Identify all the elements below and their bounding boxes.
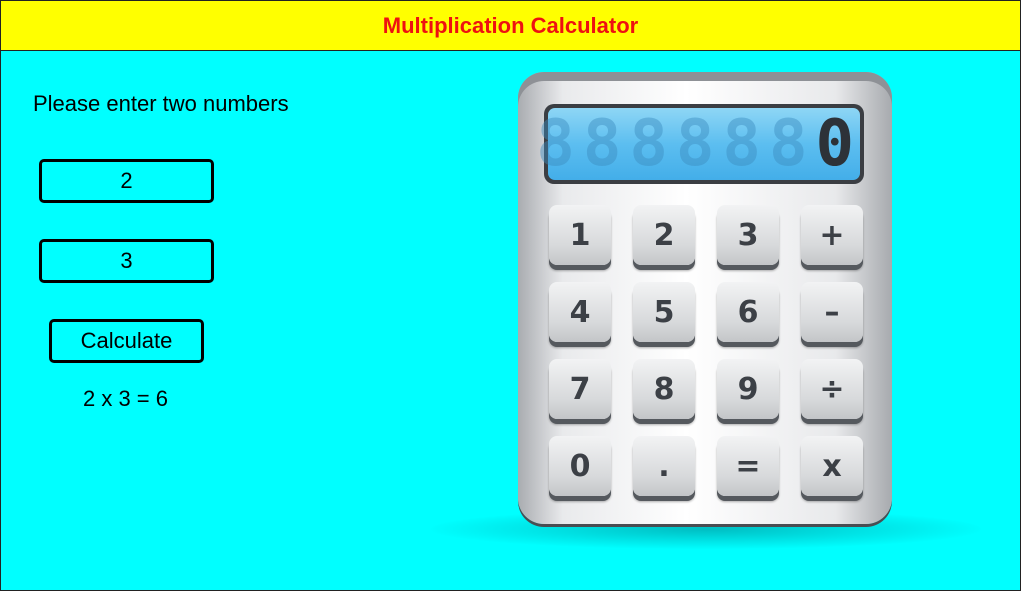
unlit-digit: 8 <box>536 107 575 181</box>
calc-key-multiply: x <box>801 436 863 496</box>
calc-key-decimal: . <box>633 436 695 496</box>
calc-key-9: 9 <box>717 359 779 419</box>
calc-key-equals: = <box>717 436 779 496</box>
unlit-digit: 8 <box>582 107 622 181</box>
unlit-digit: 8 <box>629 107 668 181</box>
result-text: 2 x 3 = 6 <box>83 386 169 411</box>
calc-key-6: 6 <box>717 282 779 342</box>
calc-key-4: 4 <box>549 282 611 342</box>
calc-key-0: 0 <box>549 436 611 496</box>
calc-key-8: 8 <box>633 359 695 419</box>
page-title: Multiplication Calculator <box>382 12 639 38</box>
first-number-input[interactable] <box>39 159 214 203</box>
calculate-button[interactable]: Calculate <box>49 319 204 363</box>
calc-key-2: 2 <box>633 205 695 265</box>
unlit-digit: 8 <box>675 107 715 181</box>
app-window: Multiplication Calculator Please enter t… <box>0 0 1021 591</box>
calculator-display: 8 8 8 8 8 8 0 <box>536 107 860 181</box>
calc-key-1: 1 <box>549 205 611 265</box>
calc-key-plus: + <box>801 205 863 265</box>
unlit-digit: 8 <box>722 107 761 181</box>
calc-key-3: 3 <box>717 205 779 265</box>
calc-key-divide: ÷ <box>801 359 863 419</box>
calculator-illustration: 8 8 8 8 8 8 0 1 2 3 + 4 5 6 – 7 8 9 ÷ 0 … <box>518 72 892 524</box>
calc-key-7: 7 <box>549 359 611 419</box>
instruction-text: Please enter two numbers <box>33 91 289 116</box>
second-number-input[interactable] <box>39 239 214 283</box>
calc-key-minus: – <box>801 282 863 342</box>
display-value: 0 <box>815 107 854 181</box>
title-bar: Multiplication Calculator <box>1 1 1020 51</box>
unlit-digit: 8 <box>768 107 808 181</box>
calc-key-5: 5 <box>633 282 695 342</box>
calculator-screen-frame: 8 8 8 8 8 8 0 <box>536 104 864 184</box>
